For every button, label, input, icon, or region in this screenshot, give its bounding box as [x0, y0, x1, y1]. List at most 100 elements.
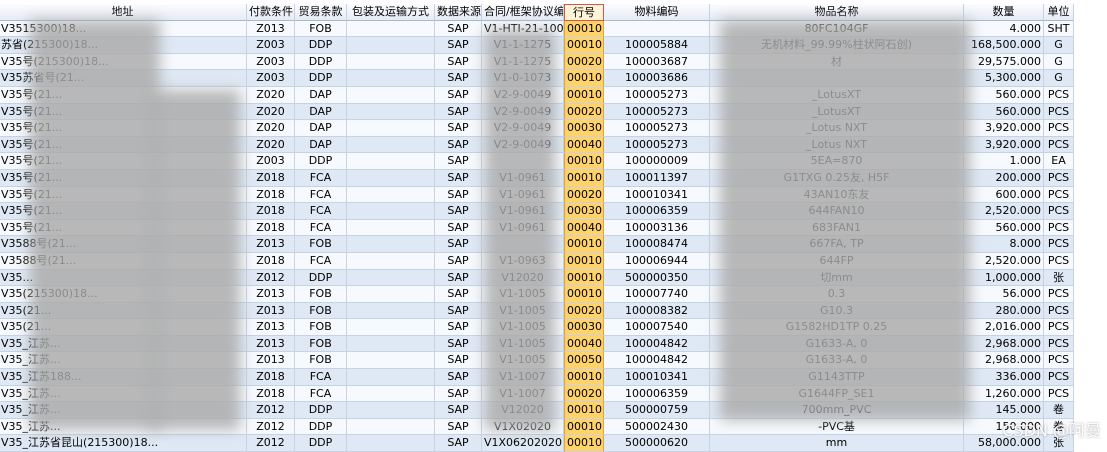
table-cell[interactable]: 100007540: [604, 319, 710, 336]
table-cell[interactable]: 00030: [564, 203, 604, 220]
table-cell[interactable]: V35号(21...: [0, 169, 247, 187]
table-cell[interactable]: FCA: [295, 252, 347, 270]
table-cell[interactable]: 100003686: [604, 70, 710, 87]
table-cell[interactable]: 100003136: [604, 219, 710, 237]
table-cell[interactable]: 00010: [564, 236, 604, 253]
table-cell[interactable]: V35号(21...: [0, 219, 247, 237]
table-cell[interactable]: 00010: [564, 70, 604, 87]
column-header[interactable]: 数据来源: [435, 4, 482, 21]
table-cell[interactable]: 2,968.000: [964, 335, 1044, 353]
table-cell[interactable]: V35号(215300)18...: [0, 53, 247, 71]
table-cell[interactable]: PCS: [1044, 286, 1074, 303]
table-cell[interactable]: Z020: [247, 120, 295, 137]
table-cell[interactable]: [347, 53, 435, 71]
table-cell[interactable]: Z003: [247, 37, 295, 54]
table-cell[interactable]: 100004842: [604, 352, 710, 370]
table-cell[interactable]: PCS: [1044, 120, 1074, 137]
table-cell[interactable]: FOB: [295, 302, 347, 320]
table-cell[interactable]: 切mm: [710, 269, 964, 287]
table-cell[interactable]: FOB: [295, 319, 347, 336]
table-cell[interactable]: V1-1005: [482, 319, 564, 336]
table-cell[interactable]: [347, 402, 435, 419]
table-cell[interactable]: 4.000: [964, 20, 1044, 38]
table-cell[interactable]: V35号(21...: [0, 153, 247, 170]
table-cell[interactable]: 560.000: [964, 219, 1044, 237]
table-cell[interactable]: 1.000: [964, 153, 1044, 170]
table-cell[interactable]: FOB: [295, 236, 347, 253]
table-cell[interactable]: 644FAN10: [710, 203, 964, 220]
table-cell[interactable]: SAP: [435, 369, 482, 386]
column-header[interactable]: 付款条件: [247, 4, 295, 21]
table-cell[interactable]: 644FP: [710, 252, 964, 270]
table-cell[interactable]: V35_江苏...: [0, 385, 247, 403]
table-cell[interactable]: Z018: [247, 203, 295, 220]
table-cell[interactable]: [347, 37, 435, 54]
table-cell[interactable]: SAP: [435, 86, 482, 104]
table-cell[interactable]: 560.000: [964, 86, 1044, 104]
table-cell[interactable]: DAP: [295, 86, 347, 104]
table-cell[interactable]: Z013: [247, 352, 295, 370]
table-cell[interactable]: V1-1005: [482, 286, 564, 303]
table-cell[interactable]: 0.3: [710, 286, 964, 303]
table-cell[interactable]: 00010: [564, 402, 604, 419]
table-cell[interactable]: 3,920.000: [964, 136, 1044, 154]
table-cell[interactable]: V1-0961: [482, 169, 564, 187]
table-cell[interactable]: 43AN10东友: [710, 186, 964, 204]
table-cell[interactable]: 00040: [564, 219, 604, 237]
table-cell[interactable]: Z003: [247, 53, 295, 71]
table-cell[interactable]: 8.000: [964, 236, 1044, 253]
table-cell[interactable]: [347, 286, 435, 303]
table-cell[interactable]: [347, 153, 435, 170]
table-cell[interactable]: [347, 236, 435, 253]
table-cell[interactable]: V35_江苏...: [0, 402, 247, 419]
table-cell[interactable]: 100005273: [604, 136, 710, 154]
table-cell[interactable]: FOB: [295, 335, 347, 353]
table-cell[interactable]: [347, 385, 435, 403]
table-cell[interactable]: V3515300)18...: [0, 20, 247, 38]
table-cell[interactable]: [347, 103, 435, 121]
table-cell[interactable]: SAP: [435, 153, 482, 170]
table-cell[interactable]: [710, 70, 964, 87]
table-cell[interactable]: V1-1005: [482, 302, 564, 320]
table-cell[interactable]: [347, 136, 435, 154]
table-cell[interactable]: DDP: [295, 269, 347, 287]
table-cell[interactable]: G1644FP_SE1: [710, 385, 964, 403]
table-cell[interactable]: 材: [710, 53, 964, 71]
table-cell[interactable]: V1-0961: [482, 203, 564, 220]
table-cell[interactable]: 2,520.000: [964, 203, 1044, 220]
table-cell[interactable]: V2-9-0049: [482, 86, 564, 104]
table-cell[interactable]: 00010: [564, 286, 604, 303]
table-cell[interactable]: DAP: [295, 103, 347, 121]
table-cell[interactable]: EA: [1044, 153, 1074, 170]
table-cell[interactable]: DDP: [295, 418, 347, 436]
table-cell[interactable]: G1582HD1TP 0.25: [710, 319, 964, 336]
table-cell[interactable]: 00040: [564, 335, 604, 353]
table-cell[interactable]: SAP: [435, 435, 482, 452]
table-cell[interactable]: PCS: [1044, 86, 1074, 104]
table-cell[interactable]: 00010: [564, 269, 604, 287]
table-cell[interactable]: FCA: [295, 219, 347, 237]
table-cell[interactable]: V1-1-1275: [482, 53, 564, 71]
table-cell[interactable]: 张: [1044, 269, 1074, 287]
table-cell[interactable]: Z003: [247, 153, 295, 170]
table-cell[interactable]: 100005273: [604, 103, 710, 121]
table-cell[interactable]: DDP: [295, 37, 347, 54]
table-cell[interactable]: SAP: [435, 269, 482, 287]
table-cell[interactable]: V35...: [0, 269, 247, 287]
table-cell[interactable]: [347, 369, 435, 386]
table-cell[interactable]: 00020: [564, 186, 604, 204]
table-cell[interactable]: V1-1-1275: [482, 37, 564, 54]
table-cell[interactable]: V1-1005: [482, 335, 564, 353]
table-cell[interactable]: V1X02020: [482, 418, 564, 436]
table-cell[interactable]: [347, 418, 435, 436]
table-cell[interactable]: _LotusXT: [710, 103, 964, 121]
table-cell[interactable]: 00020: [564, 302, 604, 320]
table-cell[interactable]: DAP: [295, 136, 347, 154]
table-cell[interactable]: Z003: [247, 70, 295, 87]
table-cell[interactable]: Z013: [247, 319, 295, 336]
table-cell[interactable]: Z018: [247, 369, 295, 386]
table-cell[interactable]: FOB: [295, 286, 347, 303]
table-cell[interactable]: V35(21...: [0, 319, 247, 336]
table-cell[interactable]: V35_江苏188...: [0, 369, 247, 386]
column-header[interactable]: 物料编码: [604, 4, 710, 21]
